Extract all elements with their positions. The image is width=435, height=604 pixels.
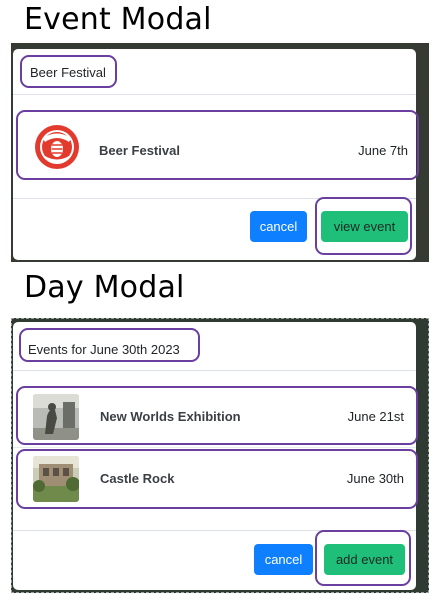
building-photo-icon [33,456,79,502]
modal-title: Beer Festival [30,65,106,80]
modal-header: Beer Festival [13,49,416,95]
cancel-button[interactable]: cancel [250,211,307,242]
list-item[interactable]: New Worlds Exhibition June 21st [13,386,416,448]
event-name: New Worlds Exhibition [100,409,241,424]
event-modal-screenshot: Beer Festival Beer Festival June 7th can… [11,43,429,262]
add-event-button[interactable]: add event [324,544,405,575]
day-modal-screenshot: Events for June 30th 2023 New Worlds Exh… [11,318,429,593]
modal-title: Events for June 30th 2023 [28,342,180,357]
modal-header: Events for June 30th 2023 [13,322,416,371]
list-item[interactable]: Castle Rock June 30th [13,448,416,510]
list-item[interactable]: Beer Festival June 7th [13,119,416,181]
event-modal-section-title: Event Modal [24,2,212,37]
statue-photo-icon [33,394,79,440]
event-name: Castle Rock [100,471,175,486]
event-name: Beer Festival [99,143,180,158]
event-date: June 30th [346,471,404,486]
cancel-button[interactable]: cancel [254,544,313,575]
view-event-button[interactable]: view event [321,211,408,242]
event-date: June 21st [347,409,404,424]
day-modal-section-title: Day Modal [24,270,185,305]
event-date: June 7th [358,143,408,158]
day-modal: Events for June 30th 2023 New Worlds Exh… [13,322,416,590]
festival-badge-icon [33,123,81,171]
event-modal: Beer Festival Beer Festival June 7th can… [13,49,416,260]
